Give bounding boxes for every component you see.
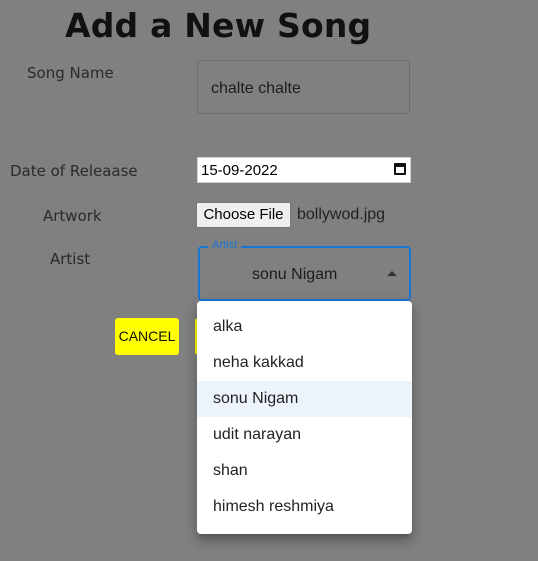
artist-select[interactable]: Artist sonu Nigam bbox=[198, 239, 411, 301]
song-name-value: chalte chalte bbox=[211, 80, 301, 97]
artwork-label: Artwork bbox=[43, 207, 102, 225]
menu-option-sonu-nigam[interactable]: sonu Nigam bbox=[197, 381, 412, 417]
menu-option-udit-narayan[interactable]: udit narayan bbox=[197, 417, 412, 453]
song-name-input[interactable]: chalte chalte bbox=[197, 60, 410, 114]
artist-field-label: Artist bbox=[208, 239, 242, 251]
menu-option-alka[interactable]: alka bbox=[197, 309, 412, 345]
release-date-value: 15-09-2022 bbox=[201, 162, 278, 179]
cancel-button[interactable]: CANCEL bbox=[115, 318, 179, 355]
choose-file-button[interactable]: Choose File bbox=[196, 202, 291, 228]
menu-option-shan[interactable]: shan bbox=[197, 453, 412, 489]
artist-dropdown-menu: alka neha kakkad sonu Nigam udit narayan… bbox=[197, 301, 412, 534]
calendar-icon[interactable] bbox=[394, 163, 406, 175]
artist-selected-value: sonu Nigam bbox=[252, 266, 338, 283]
menu-option-neha-kakkad[interactable]: neha kakkad bbox=[197, 345, 412, 381]
release-date-label: Date of Releaase bbox=[10, 162, 138, 180]
artwork-file-name: bollywod.jpg bbox=[297, 206, 386, 223]
menu-option-himesh-reshmiya[interactable]: himesh reshmiya bbox=[197, 489, 412, 525]
song-name-label: Song Name bbox=[27, 64, 114, 82]
release-date-input[interactable]: 15-09-2022 bbox=[197, 157, 411, 183]
artist-label: Artist bbox=[50, 250, 91, 268]
page-title: Add a New Song bbox=[65, 6, 372, 45]
caret-up-icon bbox=[387, 271, 397, 276]
